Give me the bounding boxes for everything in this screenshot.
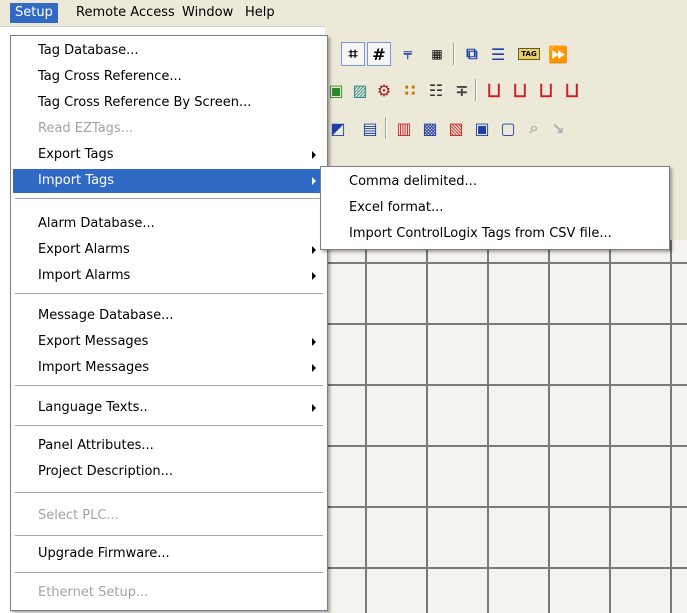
tag-icon-label: TAG: [518, 48, 540, 60]
submenu-arrow-icon: [312, 338, 316, 346]
object-icon[interactable]: ▣: [325, 79, 347, 101]
menu-bar: Setup Remote Access Window Help: [0, 0, 687, 27]
tag-icon[interactable]: TAG: [515, 43, 543, 65]
menu-item-import-tags[interactable]: Import Tags: [13, 169, 325, 193]
menu-separator: [15, 385, 323, 387]
magnet-icon-4[interactable]: ⨆: [561, 79, 583, 101]
screen-icon[interactable]: ▨: [349, 79, 371, 101]
magnet-icon-2[interactable]: ⨆: [509, 79, 531, 101]
pointer-icon[interactable]: ↘: [547, 117, 569, 139]
submenu-arrow-icon: [312, 404, 316, 412]
popup-icon[interactable]: ▥: [393, 117, 415, 139]
menu-item-alarm-database[interactable]: Alarm Database...: [13, 212, 325, 236]
chart-box-icon[interactable]: ▢: [497, 117, 519, 139]
menubar-remote-access[interactable]: Remote Access: [71, 3, 180, 23]
menu-item-tag-cross-reference[interactable]: Tag Cross Reference...: [13, 65, 325, 89]
cursor-box-icon[interactable]: ▤: [359, 117, 381, 139]
menu-item-ethernet-setup: Ethernet Setup...: [38, 585, 149, 600]
menu-item-export-tags[interactable]: Export Tags: [13, 143, 325, 167]
menubar-setup[interactable]: Setup: [10, 3, 58, 23]
menubar-window[interactable]: Window: [177, 3, 238, 23]
toolbar-row-3: ◩ ▤ ▥ ▩ ▧ ▣ ▢ ⌕ ↘: [325, 112, 687, 144]
properties-icon[interactable]: ☷: [425, 79, 447, 101]
menu-separator: [15, 293, 323, 295]
toolbar-separator: [385, 117, 387, 139]
menu-separator: [15, 572, 323, 574]
menu-item-read-eztags: Read EZTags...: [38, 121, 134, 136]
toolbar-separator: [475, 79, 477, 101]
import-tags-submenu: Comma delimited... Excel format... Impor…: [320, 166, 670, 250]
windows-icon[interactable]: ⧉: [461, 43, 483, 65]
screen-grid[interactable]: [325, 240, 687, 613]
submenu-arrow-icon: [312, 151, 316, 159]
grid-thin-icon[interactable]: ⌗: [341, 42, 365, 66]
minus-plus-icon[interactable]: ∓: [451, 79, 473, 101]
info-panel-icon[interactable]: ▩: [419, 117, 441, 139]
submenu-item-comma-delimited[interactable]: Comma delimited...: [323, 170, 667, 194]
menu-separator: [15, 535, 323, 537]
grid-icon[interactable]: #: [367, 42, 391, 66]
menu-item-export-alarms[interactable]: Export Alarms: [13, 238, 325, 262]
menu-item-language-texts[interactable]: Language Texts..: [13, 396, 325, 420]
submenu-item-import-controllogix-csv[interactable]: Import ControlLogix Tags from CSV file..…: [323, 222, 667, 246]
menu-item-tag-database[interactable]: Tag Database...: [13, 39, 325, 63]
toolbar-separator: [453, 43, 455, 65]
menu-item-tag-cross-reference-by-screen[interactable]: Tag Cross Reference By Screen...: [13, 91, 325, 115]
menu-item-export-messages[interactable]: Export Messages: [13, 330, 325, 354]
magnet-icon-1[interactable]: ⨆: [483, 79, 505, 101]
toolbar-row-1: ⌗ # ⫧ ▦ ⧉ ☰ TAG ⏩: [325, 38, 687, 70]
menu-item-panel-attributes[interactable]: Panel Attributes...: [13, 434, 325, 458]
menu-item-import-messages[interactable]: Import Messages: [13, 356, 325, 380]
submenu-arrow-icon: [312, 272, 316, 280]
submenu-arrow-icon: [312, 177, 316, 185]
menu-separator: [15, 492, 323, 494]
submenu-item-excel-format[interactable]: Excel format...: [323, 196, 667, 220]
gear-icon[interactable]: ⚙: [373, 79, 395, 101]
image-icon[interactable]: ◩: [327, 117, 349, 139]
menu-item-upgrade-firmware[interactable]: Upgrade Firmware...: [13, 542, 325, 566]
menu-separator: [15, 198, 323, 200]
menubar-help[interactable]: Help: [240, 3, 280, 23]
numeric-icon[interactable]: ∷: [399, 79, 421, 101]
menu-item-project-description[interactable]: Project Description...: [13, 460, 325, 484]
menu-item-message-database[interactable]: Message Database...: [13, 304, 325, 328]
submenu-arrow-icon: [312, 246, 316, 254]
magnet-icon-3[interactable]: ⨆: [535, 79, 557, 101]
layers-icon[interactable]: ☰: [487, 43, 509, 65]
menu-item-import-alarms[interactable]: Import Alarms: [13, 264, 325, 288]
dot-box-icon[interactable]: ▣: [471, 117, 493, 139]
fast-forward-icon[interactable]: ⏩: [547, 43, 569, 65]
toolbar-row-2: ▣ ▨ ⚙ ∷ ☷ ∓ ⨆ ⨆ ⨆ ⨆: [325, 74, 687, 106]
table-icon[interactable]: ▦: [426, 43, 448, 65]
setup-menu: Tag Database... Tag Cross Reference... T…: [10, 35, 328, 611]
snap-icon[interactable]: ⫧: [397, 43, 419, 65]
search-icon[interactable]: ⌕: [523, 117, 545, 139]
menu-item-select-plc: Select PLC...: [38, 508, 119, 523]
menu-separator: [15, 425, 323, 427]
submenu-arrow-icon: [312, 364, 316, 372]
card-icon[interactable]: ▧: [445, 117, 467, 139]
